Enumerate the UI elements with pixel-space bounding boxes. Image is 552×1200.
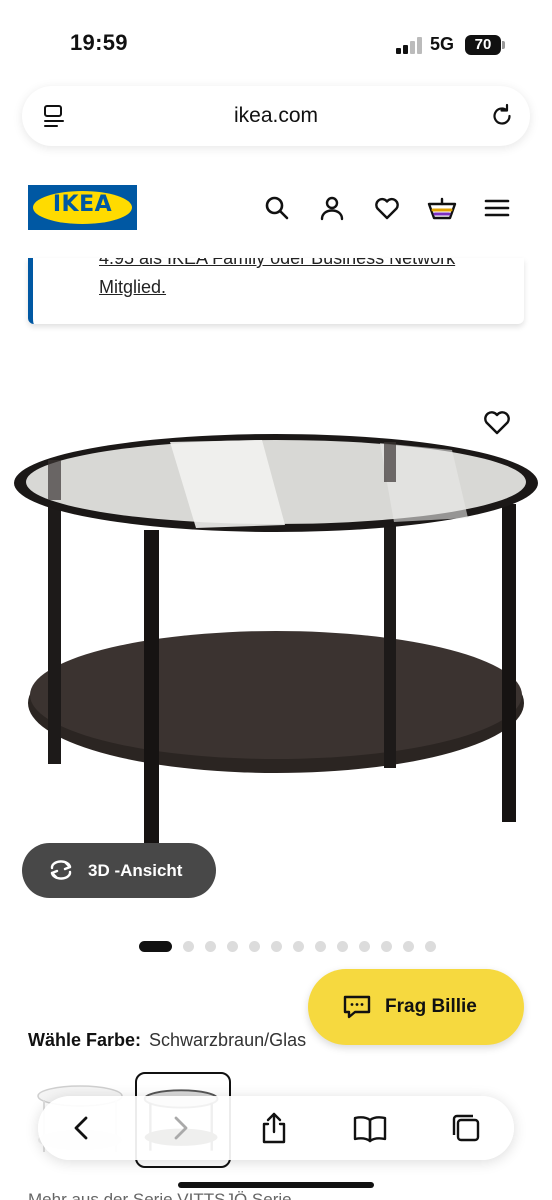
assistant-chat-button[interactable]: Frag Billie [308, 969, 524, 1045]
cart-icon[interactable] [427, 194, 457, 224]
3d-view-label: 3D -Ansicht [88, 861, 183, 880]
share-icon[interactable] [256, 1110, 292, 1146]
url-text[interactable]: ikea.com [22, 104, 530, 128]
status-bar: 19:59 5G 70 [0, 0, 552, 80]
pagination-dot[interactable] [183, 941, 194, 952]
search-icon[interactable] [263, 194, 293, 224]
status-time: 19:59 [70, 30, 128, 55]
colour-selector: Wähle Farbe: Schwarzbraun/Glas [28, 1030, 306, 1051]
product-image[interactable] [0, 380, 552, 880]
pagination-dot[interactable] [337, 941, 348, 952]
3d-view-button[interactable]: 3D -Ansicht [22, 843, 216, 898]
promo-banner: 4.95 als IKEA Family oder Business Netwo… [28, 258, 524, 324]
account-icon[interactable] [318, 194, 348, 224]
pagination-dot[interactable] [293, 941, 304, 952]
assistant-chat-label: Frag Billie [385, 996, 477, 1017]
pagination-dot[interactable] [403, 941, 414, 952]
pagination-dot[interactable] [315, 941, 326, 952]
site-header: IKEA [0, 170, 552, 246]
home-indicator [178, 1182, 374, 1188]
network-type: 5G [430, 34, 455, 54]
rotate-3d-icon [46, 859, 76, 886]
tabs-icon[interactable] [448, 1110, 484, 1146]
battery-icon: 70 [465, 35, 501, 55]
pagination-dot[interactable] [205, 941, 216, 952]
pagination-dot[interactable] [359, 941, 370, 952]
forward-icon[interactable] [162, 1110, 198, 1146]
series-heading: Mehr aus der Serie VITTSJÖ Serie [28, 1190, 292, 1200]
logo-text: IKEA [52, 192, 113, 217]
ikea-logo[interactable]: IKEA [28, 185, 137, 230]
product-favorite-icon[interactable] [482, 408, 512, 441]
colour-value: Schwarzbraun/Glas [149, 1030, 307, 1050]
reload-icon[interactable] [488, 102, 516, 135]
pagination-dot[interactable] [139, 941, 172, 952]
signal-icon [396, 36, 422, 54]
chat-icon [342, 994, 372, 1025]
battery-tip [502, 41, 505, 49]
menu-icon[interactable] [483, 194, 513, 224]
colour-label: Wähle Farbe: [28, 1030, 142, 1050]
back-icon[interactable] [64, 1110, 100, 1146]
address-bar[interactable]: ikea.com [22, 86, 530, 146]
pagination-dot[interactable] [381, 941, 392, 952]
pagination-dot[interactable] [425, 941, 436, 952]
pagination-dot[interactable] [271, 941, 282, 952]
browser-toolbar [38, 1096, 514, 1160]
pagination-dot[interactable] [227, 941, 238, 952]
wishlist-icon[interactable] [373, 194, 403, 224]
bookmarks-icon[interactable] [352, 1110, 388, 1146]
pagination-dot[interactable] [249, 941, 260, 952]
promo-link[interactable]: 4.95 als IKEA Family oder Business Netwo… [99, 258, 509, 302]
